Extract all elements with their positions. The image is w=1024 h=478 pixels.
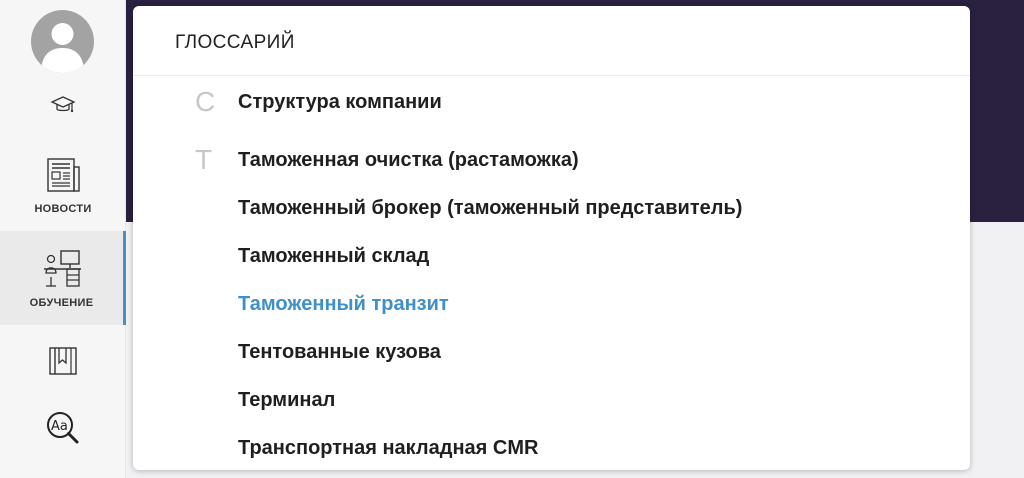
sidebar-item-label: НОВОСТИ xyxy=(34,203,92,215)
dictionary-search-icon: Aa xyxy=(47,412,79,444)
glossary-term[interactable]: Тентованные кузова xyxy=(238,341,441,364)
glossary-term[interactable]: Таможенная очистка (растаможка) xyxy=(238,149,579,172)
divider xyxy=(133,75,970,76)
glossary-panel: ГЛОССАРИЙ С Структура компании Т Таможен… xyxy=(133,6,970,470)
glossary-term-active[interactable]: Таможенный транзит xyxy=(238,293,449,316)
sidebar: НОВОСТИ ОБУЧЕНИЕ Aa xyxy=(0,0,126,478)
newspaper-icon xyxy=(47,158,80,192)
avatar[interactable] xyxy=(31,10,94,73)
glossary-term[interactable]: Транспортная накладная CMR xyxy=(238,437,538,460)
letter-heading-s: С xyxy=(195,86,216,117)
sidebar-item-news[interactable]: НОВОСТИ xyxy=(0,145,126,225)
sidebar-item-label: ОБУЧЕНИЕ xyxy=(29,297,94,309)
letter-heading-t: Т xyxy=(195,144,213,175)
graduation-cap-icon xyxy=(50,96,76,113)
sidebar-item-learning[interactable]: ОБУЧЕНИЕ xyxy=(0,231,126,325)
glossary-term[interactable]: Терминал xyxy=(238,389,335,412)
svg-text:Aa: Aa xyxy=(51,419,68,434)
user-silhouette-icon xyxy=(41,23,84,73)
glossary-term[interactable]: Структура компании xyxy=(238,91,442,114)
sidebar-item-library[interactable] xyxy=(0,340,126,382)
glossary-term[interactable]: Таможенный брокер (таможенный представит… xyxy=(238,197,742,220)
glossary-term[interactable]: Таможенный склад xyxy=(238,245,429,268)
bookmark-book-icon xyxy=(49,347,77,375)
sidebar-item-glossary[interactable]: Aa xyxy=(0,406,126,450)
glossary-title: ГЛОССАРИЙ xyxy=(175,32,295,53)
sidebar-item-courses[interactable] xyxy=(0,84,126,126)
desk-icon xyxy=(43,250,81,287)
